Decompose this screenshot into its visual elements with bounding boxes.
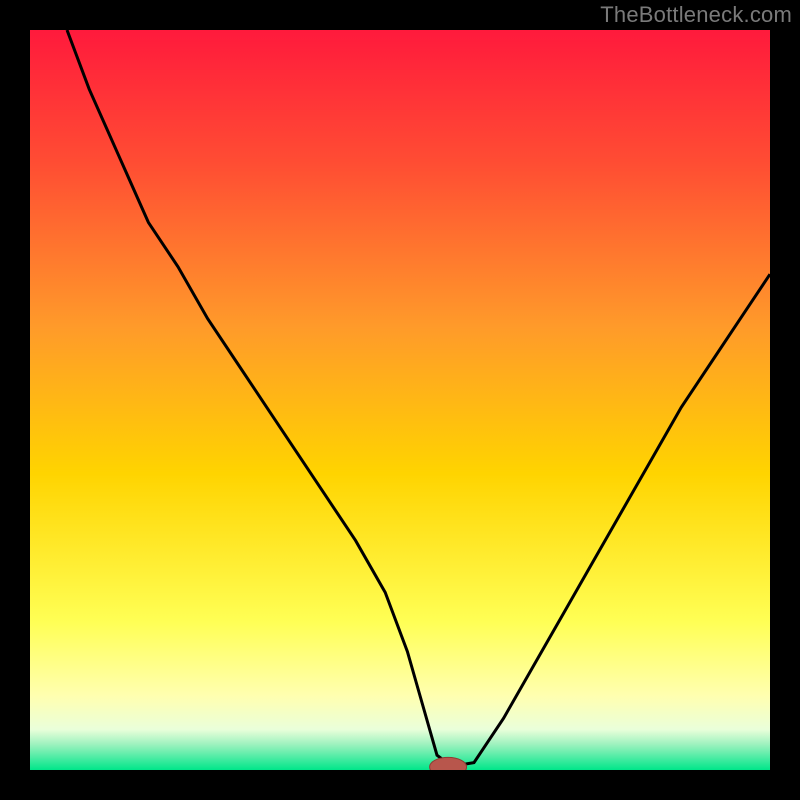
plot-area	[30, 30, 770, 770]
chart-frame: TheBottleneck.com	[0, 0, 800, 800]
gradient-background	[30, 30, 770, 770]
watermark-text: TheBottleneck.com	[600, 2, 792, 28]
bottleneck-chart	[30, 30, 770, 770]
